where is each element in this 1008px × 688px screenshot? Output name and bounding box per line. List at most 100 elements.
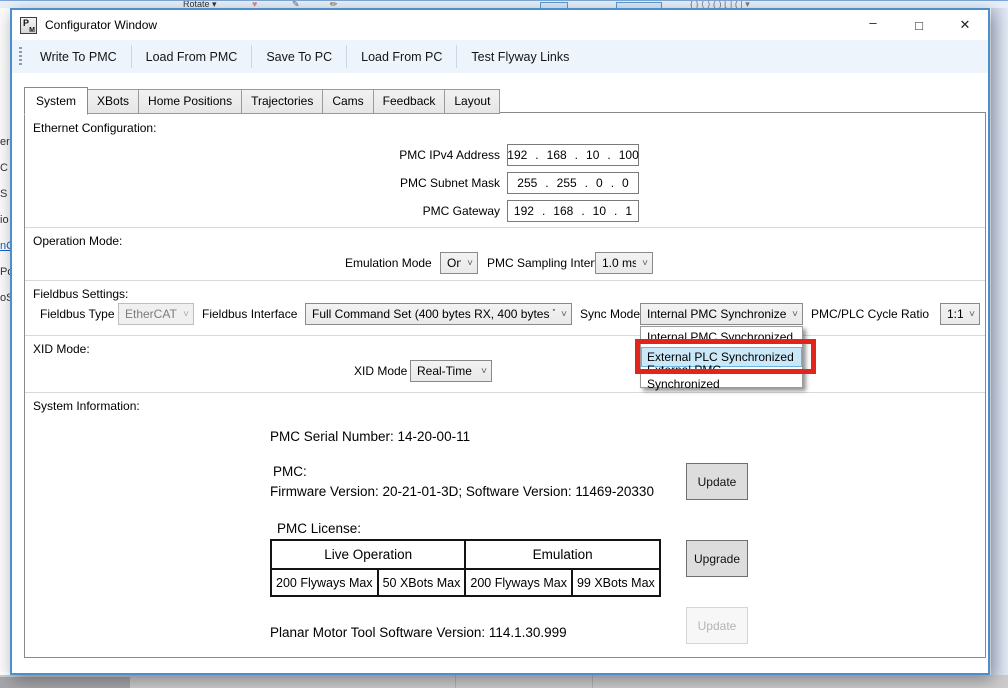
octet: 0 bbox=[603, 176, 629, 190]
app-icon-letter: P bbox=[23, 18, 29, 28]
tab-feedback[interactable]: Feedback bbox=[373, 89, 446, 114]
upgrade-license-button[interactable]: Upgrade bbox=[686, 540, 748, 577]
ipv4-address-field[interactable]: 19216810100 bbox=[507, 144, 639, 166]
pmc-versions: Firmware Version: 20-21-01-3D; Software … bbox=[270, 484, 654, 499]
brush-icon: ✏ bbox=[330, 0, 338, 8]
tab-trajectories[interactable]: Trajectories bbox=[241, 89, 323, 114]
tab-cams[interactable]: Cams bbox=[322, 89, 373, 114]
background-fragment: C bbox=[0, 162, 8, 174]
option-label: External PMC Synchronized bbox=[647, 363, 796, 391]
update-firmware-button[interactable]: Update bbox=[686, 463, 748, 500]
section-divider bbox=[25, 280, 985, 281]
background-fragment-link: nC bbox=[0, 240, 10, 252]
sync-mode-dropdown-popup: Internal PMC Synchronized External PLC S… bbox=[640, 326, 803, 388]
system-tab-page: Ethernet Configuration: PMC IPv4 Address… bbox=[24, 112, 986, 658]
license-cell: 99 XBots Max bbox=[572, 569, 660, 596]
octet: 192 bbox=[514, 204, 534, 218]
chevron-down-icon: ˅ bbox=[792, 309, 798, 320]
tool-software-version: Planar Motor Tool Software Version: 114.… bbox=[270, 625, 567, 640]
tab-label: System bbox=[36, 94, 76, 108]
sync-mode-select[interactable]: Internal PMC Synchronized ˅ bbox=[640, 303, 803, 325]
sampling-interval-select[interactable]: 1.0 ms ˅ bbox=[595, 252, 653, 274]
button-label: Update bbox=[698, 619, 737, 633]
test-flyway-links-button[interactable]: Test Flyway Links bbox=[457, 40, 583, 73]
section-divider bbox=[25, 392, 985, 393]
button-label: Test Flyway Links bbox=[471, 50, 569, 64]
pencil-icon: ✎ bbox=[292, 0, 300, 8]
octet: 255 bbox=[517, 176, 537, 190]
ethernet-section-title: Ethernet Configuration: bbox=[33, 121, 156, 135]
minimize-button[interactable]: – bbox=[850, 10, 896, 40]
chevron-down-icon: ˅ bbox=[969, 309, 975, 320]
octet: 168 bbox=[534, 204, 573, 218]
sync-option-external-pmc[interactable]: External PMC Synchronized bbox=[641, 367, 802, 387]
load-from-pmc-button[interactable]: Load From PMC bbox=[132, 40, 252, 73]
xid-section-title: XID Mode: bbox=[33, 342, 90, 356]
chevron-down-icon: ˅ bbox=[561, 309, 567, 320]
write-to-pmc-button[interactable]: Write To PMC bbox=[26, 40, 131, 73]
tab-strip: System XBots Home Positions Trajectories… bbox=[24, 87, 499, 114]
tab-label: Cams bbox=[332, 94, 363, 108]
pmc-heading: PMC: bbox=[273, 464, 307, 479]
tab-label: Feedback bbox=[383, 94, 436, 108]
background-fragment: oS bbox=[0, 292, 10, 304]
octet: 10 bbox=[567, 148, 600, 162]
system-info-section-title: System Information: bbox=[33, 399, 140, 413]
chevron-down-icon: ˅ bbox=[481, 366, 487, 377]
cycle-ratio-select[interactable]: 1:1 ˅ bbox=[940, 303, 980, 325]
background-fragment: Po bbox=[0, 266, 10, 278]
license-cell: 200 Flyways Max bbox=[465, 569, 572, 596]
gateway-field[interactable]: 192168101 bbox=[507, 200, 639, 222]
title-bar[interactable]: P M Configurator Window – □ ✕ bbox=[12, 10, 988, 40]
option-label: Internal PMC Synchronized bbox=[647, 330, 793, 344]
license-cell: 200 Flyways Max bbox=[271, 569, 378, 596]
chevron-down-icon: ˅ bbox=[467, 258, 473, 269]
minimize-icon: – bbox=[869, 15, 876, 30]
app-icon: P M bbox=[20, 17, 37, 34]
button-label: Write To PMC bbox=[40, 50, 117, 64]
section-divider bbox=[25, 227, 985, 228]
screen: Rotate ▾ ♥ ✎ ✏ { } ⟨ ⟩ ( ) ⌊ | ( | ▾ er … bbox=[0, 0, 1008, 688]
background-top-strip: Rotate ▾ ♥ ✎ ✏ { } ⟨ ⟩ ( ) ⌊ | ( | ▾ bbox=[0, 0, 1008, 8]
selected-value: Real-Time ID bbox=[417, 364, 475, 378]
license-table: Live Operation Emulation 200 Flyways Max… bbox=[270, 539, 661, 597]
fieldbus-type-select[interactable]: EtherCAT ˅ bbox=[118, 303, 194, 325]
background-bottom-strip bbox=[0, 675, 1008, 688]
chevron-down-icon: ˅ bbox=[183, 309, 189, 320]
close-button[interactable]: ✕ bbox=[942, 10, 988, 40]
sync-option-internal-pmc[interactable]: Internal PMC Synchronized bbox=[641, 327, 802, 347]
save-to-pc-button[interactable]: Save To PC bbox=[252, 40, 346, 73]
tab-home-positions[interactable]: Home Positions bbox=[138, 89, 242, 114]
tab-layout[interactable]: Layout bbox=[444, 89, 500, 114]
tab-xbots[interactable]: XBots bbox=[87, 89, 139, 114]
pmc-serial-number: PMC Serial Number: 14-20-00-11 bbox=[270, 429, 470, 444]
selected-value: Internal PMC Synchronized bbox=[647, 307, 786, 321]
subnet-mask-field[interactable]: 25525500 bbox=[507, 172, 639, 194]
button-label: Load From PMC bbox=[146, 50, 238, 64]
button-label: Update bbox=[698, 475, 737, 489]
background-left-strip: er C S io nC Po oS bbox=[0, 8, 10, 672]
window-title: Configurator Window bbox=[45, 18, 157, 32]
octet: 0 bbox=[577, 176, 603, 190]
button-label: Save To PC bbox=[266, 50, 332, 64]
fieldbus-interface-select[interactable]: Full Command Set (400 bytes RX, 400 byte… bbox=[305, 303, 572, 325]
selected-value: 1.0 ms bbox=[602, 256, 636, 270]
load-from-pc-button[interactable]: Load From PC bbox=[347, 40, 456, 73]
background-fragment: io bbox=[0, 214, 9, 226]
license-heading: PMC License: bbox=[277, 521, 361, 536]
toolbar-grip-icon[interactable] bbox=[19, 47, 22, 66]
xid-mode-select[interactable]: Real-Time ID ˅ bbox=[410, 360, 492, 382]
heart-icon: ♥ bbox=[252, 0, 257, 8]
emulation-mode-select[interactable]: On ˅ bbox=[440, 252, 478, 274]
selected-value: 1:1 bbox=[947, 307, 963, 321]
xid-mode-label: XID Mode bbox=[354, 364, 407, 378]
tab-system[interactable]: System bbox=[24, 87, 88, 115]
maximize-button[interactable]: □ bbox=[896, 10, 942, 40]
fieldbus-interface-label: Fieldbus Interface bbox=[202, 307, 297, 321]
octet: 1 bbox=[606, 204, 632, 218]
sampling-interval-label: PMC Sampling Interval bbox=[487, 256, 610, 270]
update-tool-button[interactable]: Update bbox=[686, 607, 748, 644]
gateway-label: PMC Gateway bbox=[355, 204, 500, 218]
background-fragment: S bbox=[0, 188, 7, 200]
sync-mode-label: Sync Mode bbox=[580, 307, 640, 321]
